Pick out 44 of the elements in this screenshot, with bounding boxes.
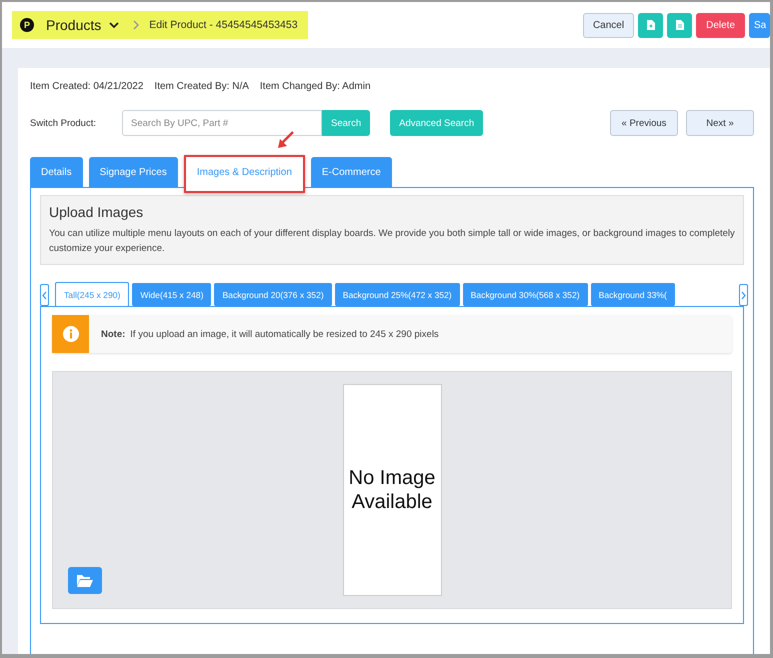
tab[interactable]: Details <box>30 157 83 187</box>
meta-info: Item Created: 04/21/2022 <box>30 80 144 92</box>
header-button[interactable]: Delete <box>696 12 745 38</box>
chevron-right-icon <box>133 20 140 30</box>
search-field[interactable]: Search By UPC, Part # <box>122 110 322 136</box>
chevron-right-icon <box>741 290 746 300</box>
folder-button[interactable] <box>68 567 102 594</box>
next-button[interactable]: Next » <box>686 110 754 136</box>
field-label: Switch Product: <box>30 118 97 128</box>
size-tab[interactable]: Background 20(376 x 352) <box>214 283 332 306</box>
section-title: Upload Images <box>49 204 144 220</box>
logo: P <box>20 18 34 32</box>
page-title: Products <box>46 17 102 33</box>
size-tab[interactable]: Background 33%( <box>590 283 675 306</box>
size-tab[interactable]: Background 30%(568 x 352) <box>462 283 588 306</box>
add-file-icon <box>646 20 655 30</box>
size-tab[interactable]: Background 25%(472 x 352) <box>334 283 460 306</box>
header-button[interactable]: Sa <box>749 12 770 38</box>
chevron-left-icon <box>42 290 47 300</box>
no-image-text: No Image Available <box>348 466 436 514</box>
search-button[interactable]: Search <box>322 110 370 136</box>
scroll-left-button[interactable] <box>40 284 49 306</box>
meta-info: Item Created By: N/A <box>154 80 249 92</box>
section-description: You can utilize multiple menu layouts on each of your different display boards. We provide you both simple tall or wide images, or background images to completely customize your experience. <box>49 227 736 256</box>
icon-button[interactable] <box>667 12 692 38</box>
meta-info: Item Changed By: Admin <box>260 80 371 92</box>
size-tab[interactable]: Wide(415 x 248) <box>132 283 212 306</box>
note-text: If you upload an image, it will automatically be resized to 245 x 290 pixels <box>130 328 439 340</box>
header-button[interactable]: Cancel <box>582 12 634 38</box>
breadcrumb: Edit Product - 45454545453453 <box>149 19 298 31</box>
tab[interactable]: Signage Prices <box>88 157 178 187</box>
note-label: Note: <box>101 328 126 340</box>
advanced-search-button[interactable]: Advanced Search <box>390 110 484 136</box>
file-icon <box>676 20 684 30</box>
annotation-arrow <box>276 130 296 150</box>
size-tab[interactable]: Tall(245 x 290) <box>55 282 130 306</box>
tab[interactable]: Images & Description <box>186 157 303 187</box>
folder-icon <box>76 574 94 587</box>
previous-button[interactable]: « Previous <box>610 110 678 136</box>
scroll-right-button[interactable] <box>739 284 748 306</box>
info-icon <box>62 326 78 342</box>
tab[interactable]: E-Commerce <box>310 157 392 187</box>
icon-button[interactable] <box>638 12 664 38</box>
chevron-down-icon[interactable] <box>109 22 120 28</box>
